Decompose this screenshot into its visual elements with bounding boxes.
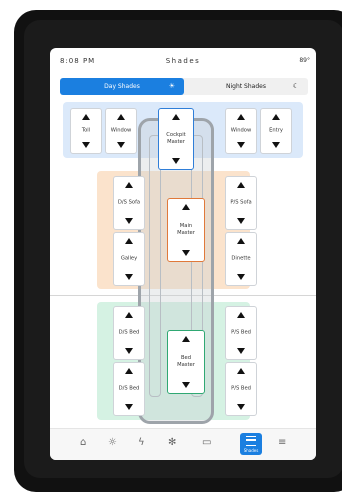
shade-control-ps-sofa: P/S Sofa xyxy=(225,176,257,230)
shade-control-ds-sofa: D/S Sofa xyxy=(113,176,145,230)
up-arrow-icon[interactable] xyxy=(117,114,125,120)
shade-label: P/S Bed xyxy=(231,329,251,336)
shade-control-ds-bed-top: D/S Bed xyxy=(113,306,145,360)
down-arrow-icon[interactable] xyxy=(125,404,133,410)
shade-label: Galley xyxy=(120,255,138,262)
temperature: 89° xyxy=(299,57,310,64)
shade-control-cockpit-master: Cockpit Master xyxy=(158,108,194,170)
shade-label: D/S Bed xyxy=(118,385,140,392)
up-arrow-icon[interactable] xyxy=(182,204,190,210)
shade-control-ds-bed-bottom: D/S Bed xyxy=(113,362,145,416)
bottom-nav: ⌂ ☼ ϟ ✻ ▭ Shades ≡ xyxy=(50,428,316,460)
down-arrow-icon[interactable] xyxy=(182,382,190,388)
shade-label: Main Master xyxy=(177,223,195,236)
fan-icon[interactable]: ✻ xyxy=(168,437,176,448)
sun-icon: ☀ xyxy=(168,82,175,90)
status-bar: 8:08 PM Shades 89° xyxy=(50,48,316,76)
shade-control-window-left: Window xyxy=(105,108,137,154)
shade-label: Window xyxy=(110,127,132,134)
up-arrow-icon[interactable] xyxy=(237,238,245,244)
shade-mode-toggle: Day Shades ☀ Night Shades ☾ xyxy=(60,78,308,95)
shade-control-galley: Galley xyxy=(113,232,145,286)
slideout-icon[interactable]: ▭ xyxy=(202,437,211,448)
lightning-icon[interactable]: ϟ xyxy=(138,437,145,448)
up-arrow-icon[interactable] xyxy=(125,238,133,244)
shades-icon xyxy=(246,436,256,446)
sun-icon[interactable]: ☼ xyxy=(108,437,117,448)
shade-control-dinette: Dinette xyxy=(225,232,257,286)
shade-control-ps-bed-top: P/S Bed xyxy=(225,306,257,360)
floorplan-detail xyxy=(149,135,161,397)
up-arrow-icon[interactable] xyxy=(125,368,133,374)
down-arrow-icon[interactable] xyxy=(172,158,180,164)
up-arrow-icon[interactable] xyxy=(125,312,133,318)
shade-control-ps-bed-bottom: P/S Bed xyxy=(225,362,257,416)
menu-icon[interactable]: ≡ xyxy=(278,437,286,448)
nav-shades-button[interactable]: Shades xyxy=(240,433,262,455)
down-arrow-icon[interactable] xyxy=(182,250,190,256)
home-icon[interactable]: ⌂ xyxy=(80,437,86,448)
shade-label: Cockpit Master xyxy=(166,132,186,145)
shade-label: P/S Sofa xyxy=(230,199,252,206)
nav-shades-label: Shades xyxy=(243,448,259,453)
up-arrow-icon[interactable] xyxy=(237,114,245,120)
up-arrow-icon[interactable] xyxy=(272,114,280,120)
night-shades-label: Night Shades xyxy=(226,83,266,90)
down-arrow-icon[interactable] xyxy=(125,274,133,280)
day-shades-tab[interactable]: Day Shades ☀ xyxy=(60,78,184,95)
up-arrow-icon[interactable] xyxy=(237,368,245,374)
screen: 8:08 PM Shades 89° Day Shades ☀ Night Sh… xyxy=(50,48,316,460)
shade-control-main-master: Main Master xyxy=(167,198,205,262)
shade-label: Window xyxy=(230,127,252,134)
shade-control-bed-master: Bed Master xyxy=(167,330,205,394)
night-shades-tab[interactable]: Night Shades ☾ xyxy=(184,78,308,95)
up-arrow-icon[interactable] xyxy=(237,182,245,188)
up-arrow-icon[interactable] xyxy=(172,114,180,120)
down-arrow-icon[interactable] xyxy=(237,274,245,280)
shade-label: Entry xyxy=(269,127,283,134)
day-shades-label: Day Shades xyxy=(104,83,140,90)
down-arrow-icon[interactable] xyxy=(125,348,133,354)
page-title: Shades xyxy=(165,57,201,65)
down-arrow-icon[interactable] xyxy=(125,218,133,224)
shade-label: D/S Sofa xyxy=(117,199,141,206)
moon-icon: ☾ xyxy=(292,82,299,90)
shade-control-toll: Toll xyxy=(70,108,102,154)
down-arrow-icon[interactable] xyxy=(237,404,245,410)
shade-label: P/S Bed xyxy=(231,385,251,392)
down-arrow-icon[interactable] xyxy=(272,142,280,148)
down-arrow-icon[interactable] xyxy=(237,348,245,354)
up-arrow-icon[interactable] xyxy=(82,114,90,120)
shade-label: Dinette xyxy=(231,255,251,262)
shade-control-window-right: Window xyxy=(225,108,257,154)
down-arrow-icon[interactable] xyxy=(117,142,125,148)
down-arrow-icon[interactable] xyxy=(237,142,245,148)
up-arrow-icon[interactable] xyxy=(125,182,133,188)
shade-label: Bed Master xyxy=(177,355,195,368)
up-arrow-icon[interactable] xyxy=(237,312,245,318)
up-arrow-icon[interactable] xyxy=(182,336,190,342)
shade-label: D/S Bed xyxy=(118,329,140,336)
shade-control-entry: Entry xyxy=(260,108,292,154)
down-arrow-icon[interactable] xyxy=(82,142,90,148)
shade-label: Toll xyxy=(81,127,91,134)
down-arrow-icon[interactable] xyxy=(237,218,245,224)
